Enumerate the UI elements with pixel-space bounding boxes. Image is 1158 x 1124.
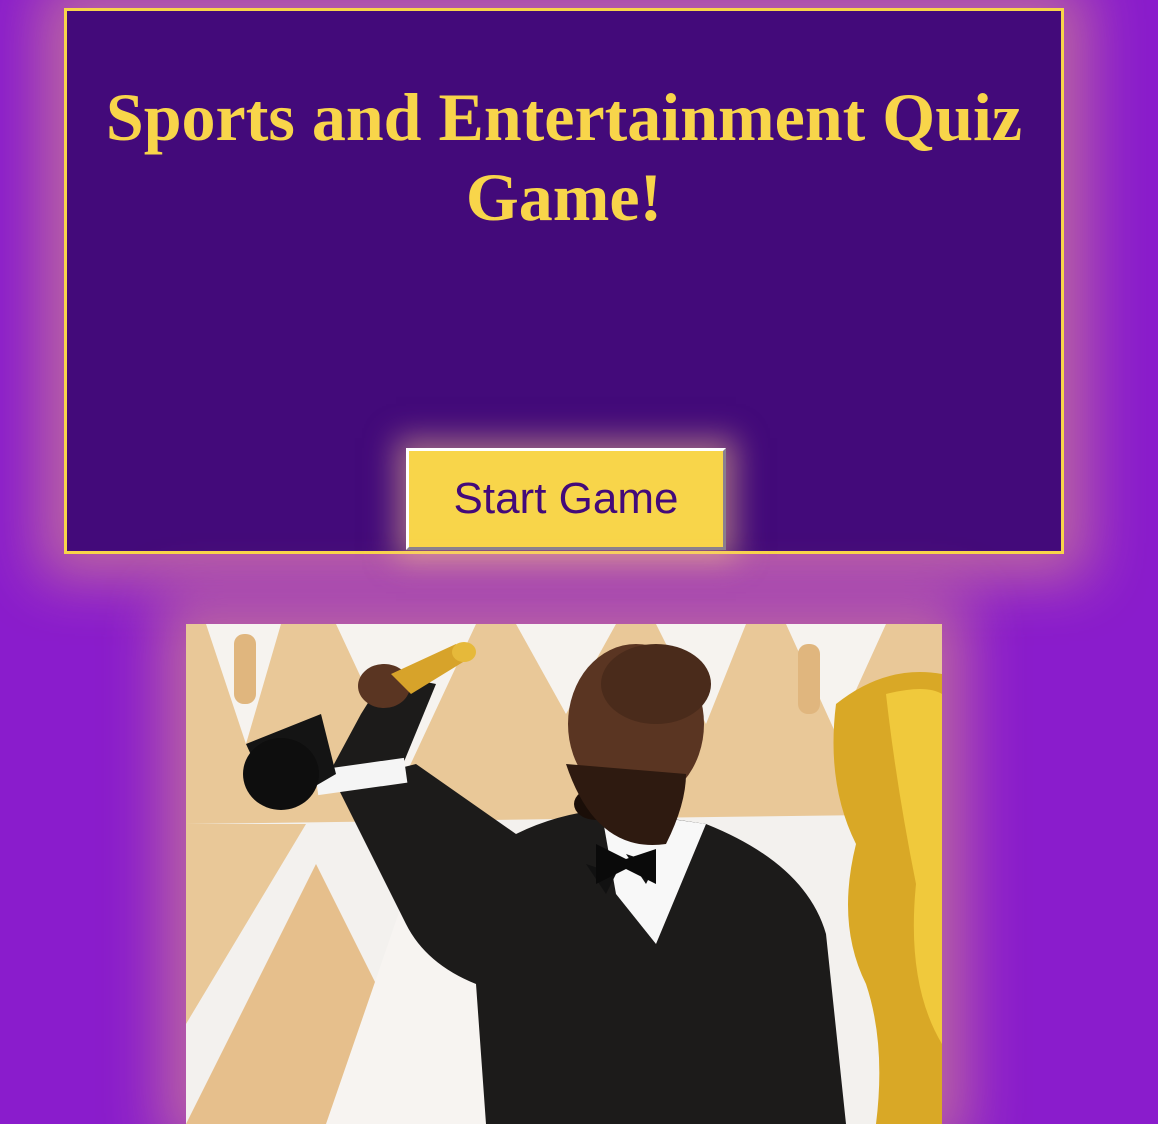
start-game-button[interactable]: Start Game bbox=[406, 448, 726, 550]
quiz-panel: Sports and Entertainment Quiz Game! Star… bbox=[64, 8, 1064, 554]
hero-image bbox=[186, 624, 942, 1124]
page-title: Sports and Entertainment Quiz Game! bbox=[105, 79, 1023, 235]
